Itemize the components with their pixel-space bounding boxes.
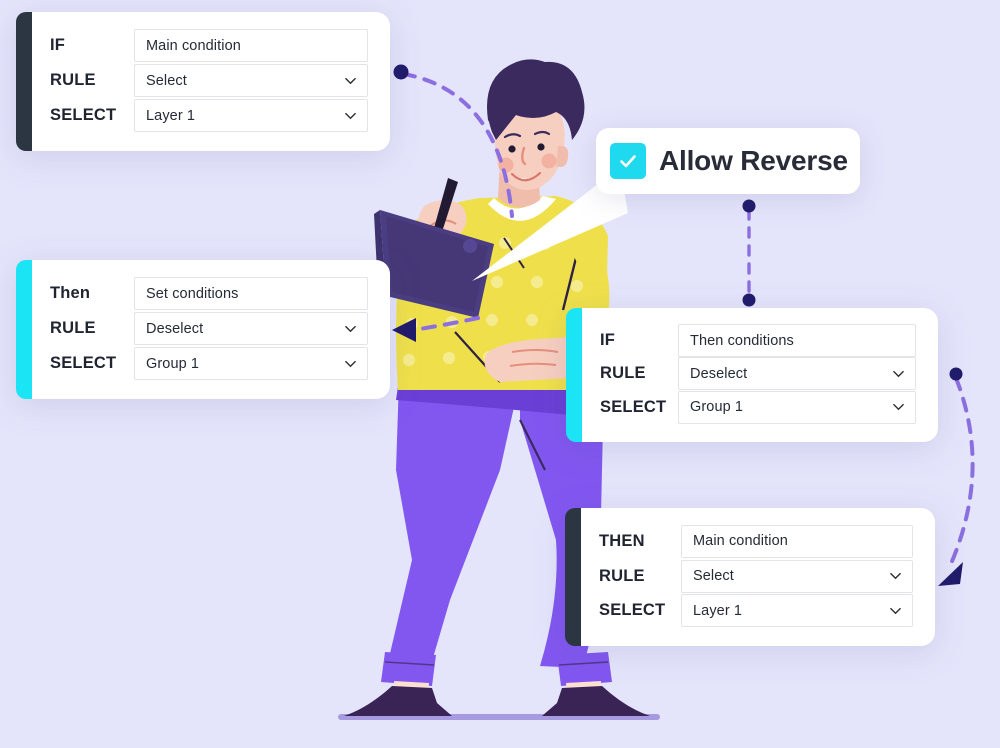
row-label: SELECT: [599, 601, 666, 620]
row-label: RULE: [600, 364, 646, 383]
rule-row: Then Set conditions: [50, 276, 368, 311]
field-value: Select: [146, 72, 187, 89]
condition-input[interactable]: Then conditions: [678, 324, 916, 358]
cuff-right: [557, 652, 612, 686]
card-body: IF Main condition RULE Select SELECT Lay…: [32, 12, 390, 151]
rule-select[interactable]: Deselect: [134, 312, 368, 345]
rule-select[interactable]: Select: [134, 64, 368, 97]
rule-row: SELECT Group 1: [600, 390, 916, 424]
illustration-stage: IF Main condition RULE Select SELECT Lay…: [0, 0, 1000, 748]
shoe-left: [344, 686, 452, 716]
chevron-down-icon[interactable]: [889, 604, 902, 617]
chevron-down-icon[interactable]: [344, 74, 357, 87]
chevron-down-icon[interactable]: [889, 569, 902, 582]
condition-input[interactable]: Main condition: [134, 29, 368, 62]
rule-row: IF Then conditions: [600, 324, 916, 358]
rule-row: THEN Main condition: [599, 524, 913, 559]
target-select[interactable]: Group 1: [134, 347, 368, 380]
card-body: THEN Main condition RULE Select SELECT L…: [581, 508, 935, 646]
rule-row: SELECT Layer 1: [50, 98, 368, 133]
field-value: Main condition: [693, 533, 788, 550]
row-label: IF: [600, 331, 616, 350]
shoe-right: [542, 686, 650, 716]
check-icon: [620, 155, 636, 168]
rule-card-set-conditions: Then Set conditions RULE Deselect SELECT…: [16, 260, 390, 399]
condition-input[interactable]: Main condition: [681, 524, 913, 558]
field-value: Select: [693, 568, 734, 584]
row-label: SELECT: [50, 354, 117, 372]
rule-card-then-conditions: IF Then conditions RULE Deselect SELECT …: [566, 308, 938, 442]
rule-select[interactable]: Deselect: [678, 357, 916, 391]
field-value: Group 1: [690, 399, 744, 416]
row-label: Then: [50, 284, 91, 302]
card-accent-bar: [566, 308, 582, 442]
allow-reverse-callout: Allow Reverse: [596, 128, 860, 194]
eye-right: [537, 143, 545, 151]
ear: [556, 145, 569, 167]
rule-row: SELECT Layer 1: [599, 593, 913, 628]
row-label: IF: [50, 36, 66, 54]
rule-select[interactable]: Select: [681, 559, 913, 593]
target-select[interactable]: Group 1: [678, 390, 916, 424]
rule-row: RULE Select: [599, 559, 913, 594]
rule-row: RULE Deselect: [600, 357, 916, 391]
card-accent-bar: [565, 508, 581, 646]
row-label: RULE: [50, 71, 96, 89]
rule-row: SELECT Group 1: [50, 346, 368, 381]
row-label: RULE: [599, 566, 645, 585]
field-value: Layer 1: [693, 602, 743, 619]
field-value: Main condition: [146, 37, 241, 54]
condition-input[interactable]: Set conditions: [134, 277, 368, 310]
field-value: Deselect: [146, 320, 204, 337]
allow-reverse-checkbox[interactable]: [610, 143, 646, 179]
card-accent-bar: [16, 260, 32, 399]
field-value: Then conditions: [690, 332, 794, 349]
target-select[interactable]: Layer 1: [134, 99, 368, 132]
chevron-down-icon[interactable]: [344, 357, 357, 370]
chevron-down-icon[interactable]: [344, 109, 357, 122]
row-label: SELECT: [50, 106, 117, 124]
field-value: Set conditions: [146, 285, 239, 302]
card-body: Then Set conditions RULE Deselect SELECT…: [32, 260, 390, 399]
card-body: IF Then conditions RULE Deselect SELECT …: [582, 308, 938, 442]
chevron-down-icon[interactable]: [892, 400, 905, 413]
field-value: Deselect: [690, 365, 748, 382]
field-value: Group 1: [146, 355, 200, 372]
eye-left: [508, 145, 516, 153]
chevron-down-icon[interactable]: [892, 367, 905, 380]
rule-row: IF Main condition: [50, 28, 368, 63]
target-select[interactable]: Layer 1: [681, 594, 913, 628]
row-label: RULE: [50, 319, 96, 337]
field-value: Layer 1: [146, 107, 196, 124]
chevron-down-icon[interactable]: [344, 322, 357, 335]
rule-row: RULE Select: [50, 63, 368, 98]
row-label: SELECT: [600, 397, 667, 416]
row-label: THEN: [599, 531, 645, 550]
rule-row: RULE Deselect: [50, 311, 368, 346]
leg-left: [388, 380, 520, 668]
allow-reverse-label: Allow Reverse: [659, 145, 848, 176]
rule-card-main-condition: IF Main condition RULE Select SELECT Lay…: [16, 12, 390, 151]
cuff-left: [381, 652, 436, 686]
rule-card-then-main-condition: THEN Main condition RULE Select SELECT L…: [565, 508, 935, 646]
card-accent-bar: [16, 12, 32, 151]
